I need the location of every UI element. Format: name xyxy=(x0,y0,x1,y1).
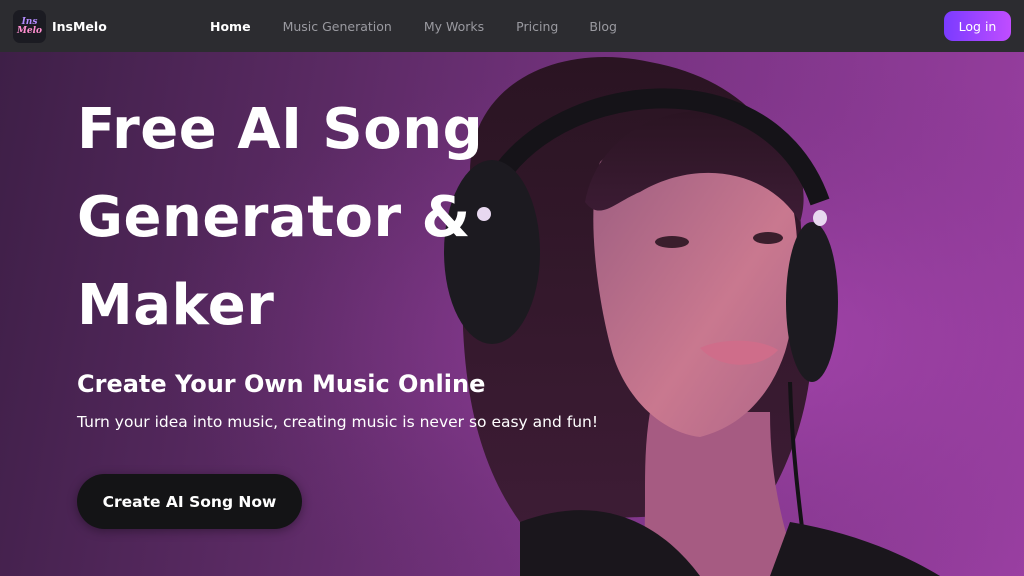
nav-item-music-generation[interactable]: Music Generation xyxy=(283,19,392,34)
insmelo-logo-icon[interactable]: Ins Melo xyxy=(13,10,46,43)
hero-title-line1: Free AI Song xyxy=(77,97,484,162)
hero-section: Free AI Song Generator & Maker Create Yo… xyxy=(0,52,1024,576)
hero-title-line2: Generator & xyxy=(77,185,471,250)
nav-item-blog[interactable]: Blog xyxy=(589,19,617,34)
top-navbar: Ins Melo InsMelo Home Music Generation M… xyxy=(0,0,1024,52)
hero-description: Turn your idea into music, creating musi… xyxy=(77,413,599,431)
brand[interactable]: Ins Melo InsMelo xyxy=(13,10,107,43)
nav-item-pricing[interactable]: Pricing xyxy=(516,19,558,34)
logo-text-line2: Melo xyxy=(16,25,43,36)
create-ai-song-button[interactable]: Create AI Song Now xyxy=(77,474,302,529)
nav-item-home[interactable]: Home xyxy=(210,19,251,34)
hero-title-line3: Maker xyxy=(77,273,275,338)
login-button[interactable]: Log in xyxy=(944,11,1011,41)
hero-subtitle: Create Your Own Music Online xyxy=(77,370,486,398)
brand-name[interactable]: InsMelo xyxy=(52,19,107,34)
main-nav: Home Music Generation My Works Pricing B… xyxy=(210,0,617,52)
hero-title: Free AI Song Generator & Maker xyxy=(77,86,537,350)
nav-item-my-works[interactable]: My Works xyxy=(424,19,484,34)
